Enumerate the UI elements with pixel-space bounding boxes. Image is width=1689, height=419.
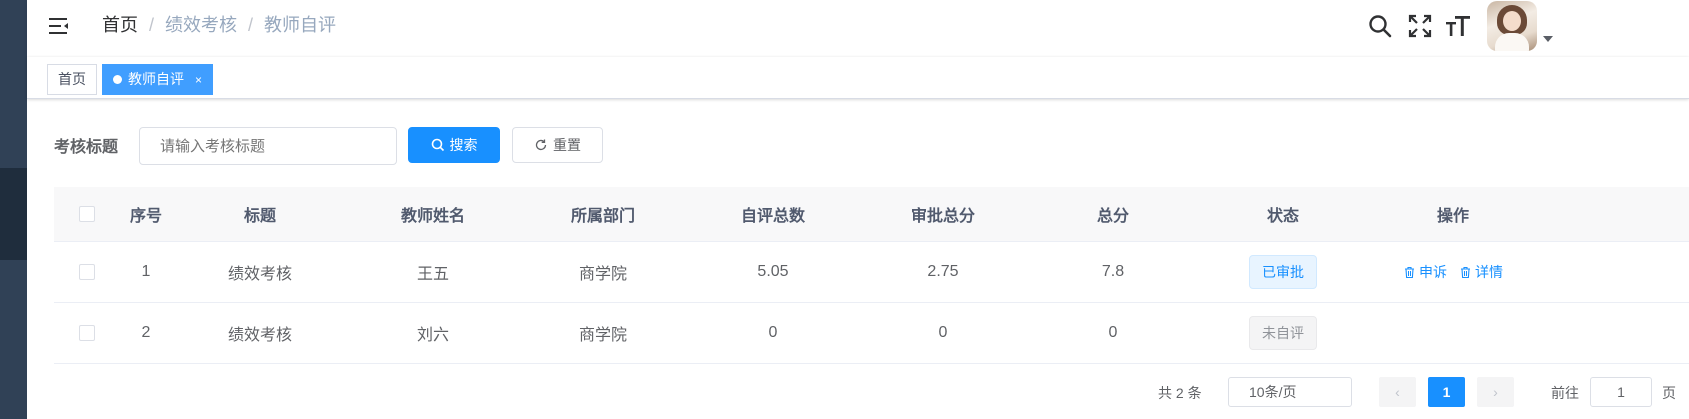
- cell-self-score: 5.05: [757, 263, 789, 280]
- cell-title: 绩效考核: [227, 327, 292, 344]
- reset-button[interactable]: 重置: [512, 127, 603, 163]
- cell-actions: 申诉 详情: [1368, 242, 1538, 302]
- cell-title: 绩效考核: [227, 266, 292, 283]
- cell-dept: 商学院: [578, 266, 627, 283]
- tags-view: 首页 教师自评 ×: [27, 57, 1689, 99]
- pagination: 共 2 条 10条/页 ‹ 1 › 前往 1 页: [27, 377, 1689, 417]
- status-badge: 已审批: [1249, 255, 1317, 289]
- font-size-icon[interactable]: [1445, 13, 1471, 39]
- select-all-cell: [54, 187, 120, 241]
- search-button-label: 搜索: [449, 137, 478, 153]
- header-title: 标题: [243, 208, 276, 225]
- appeal-label: 申诉: [1419, 264, 1447, 280]
- user-avatar[interactable]: [1487, 1, 1537, 51]
- navbar: 首页 / 绩效考核 / 教师自评: [27, 0, 1689, 57]
- table-row: 1 绩效考核 王五 商学院 5.05 2.75 7.8 已审批 申诉 详情: [54, 242, 1689, 303]
- delete-icon: [1461, 266, 1470, 278]
- prev-page-button[interactable]: ‹: [1379, 377, 1416, 407]
- delete-icon: [1405, 266, 1414, 278]
- header-dept: 所属部门: [570, 208, 635, 225]
- refresh-icon: [535, 139, 547, 151]
- detail-label: 详情: [1475, 264, 1503, 280]
- select-all-checkbox[interactable]: [79, 206, 95, 222]
- page-number-button[interactable]: 1: [1428, 377, 1465, 407]
- breadcrumb-separator: /: [248, 15, 254, 35]
- breadcrumb-separator: /: [149, 15, 155, 35]
- tag-home-label: 首页: [58, 71, 86, 87]
- header-index: 序号: [129, 208, 162, 225]
- search-icon[interactable]: [1367, 13, 1393, 39]
- page-unit-label: 页: [1662, 385, 1676, 401]
- cell-dept: 商学院: [578, 327, 627, 344]
- main-container: 首页 / 绩效考核 / 教师自评 首页 教师自评 × 考核标题 请输入考核标题 …: [27, 0, 1689, 419]
- cell-index: 1: [141, 263, 151, 280]
- search-button[interactable]: 搜索: [408, 127, 500, 163]
- table-row: 2 绩效考核 刘六 商学院 0 0 0 未自评: [54, 303, 1689, 364]
- row-checkbox[interactable]: [79, 264, 95, 280]
- cell-approve-score: 0: [938, 324, 948, 341]
- cell-teacher: 刘六: [416, 327, 449, 344]
- breadcrumb-home[interactable]: 首页: [102, 14, 138, 36]
- header-self-score: 自评总数: [740, 208, 805, 225]
- cell-index: 2: [141, 324, 151, 341]
- cell-self-score: 0: [768, 324, 778, 341]
- tag-active-label: 教师自评: [128, 71, 184, 87]
- header-teacher: 教师姓名: [400, 208, 465, 225]
- page-content: 考核标题 搜索 重置 序号 标题 教师姓名 所属部门 自评总数 审批总分 总分 …: [27, 100, 1689, 419]
- row-checkbox[interactable]: [79, 325, 95, 341]
- header-approve-score: 审批总分: [910, 208, 975, 225]
- search-input[interactable]: [139, 127, 397, 165]
- breadcrumb-performance[interactable]: 绩效考核: [165, 14, 237, 36]
- tag-home[interactable]: 首页: [47, 64, 97, 95]
- table-header: 序号 标题 教师姓名 所属部门 自评总数 审批总分 总分 状态 操作: [54, 187, 1689, 242]
- status-badge: 未自评: [1249, 316, 1317, 350]
- cell-total: 7.8: [1101, 263, 1125, 280]
- data-table: 序号 标题 教师姓名 所属部门 自评总数 审批总分 总分 状态 操作 1 绩效考…: [54, 187, 1689, 364]
- row-select-cell: [54, 242, 120, 302]
- cell-status: 已审批: [1198, 242, 1368, 302]
- fullscreen-icon[interactable]: [1407, 13, 1433, 39]
- goto-label: 前往: [1551, 385, 1579, 401]
- page-size-value: 10条/页: [1249, 384, 1297, 400]
- header-status: 状态: [1266, 208, 1299, 225]
- sidebar-active-item[interactable]: [0, 168, 27, 260]
- next-page-button[interactable]: ›: [1477, 377, 1514, 407]
- sidebar: [0, 0, 27, 419]
- breadcrumb: 首页 / 绩效考核 / 教师自评: [102, 14, 336, 36]
- cell-teacher: 王五: [416, 266, 449, 283]
- reset-button-label: 重置: [553, 137, 581, 153]
- cell-total: 0: [1108, 324, 1118, 341]
- close-icon[interactable]: ×: [195, 73, 202, 87]
- header-total: 总分: [1096, 208, 1129, 225]
- tag-teacher-self-eval[interactable]: 教师自评 ×: [102, 64, 214, 95]
- appeal-button[interactable]: 申诉: [1403, 262, 1447, 282]
- search-label: 考核标题: [54, 139, 119, 156]
- active-dot-icon: [113, 75, 122, 84]
- breadcrumb-current: 教师自评: [264, 15, 337, 35]
- cell-actions: [1368, 303, 1538, 363]
- jump-page-input[interactable]: 1: [1590, 377, 1652, 407]
- search-icon: [431, 138, 444, 152]
- header-actions: 操作: [1436, 208, 1469, 225]
- detail-button[interactable]: 详情: [1459, 262, 1503, 282]
- hamburger-icon[interactable]: [48, 15, 70, 37]
- cell-approve-score: 2.75: [927, 263, 959, 280]
- cell-status: 未自评: [1198, 303, 1368, 363]
- chevron-down-icon[interactable]: [1543, 36, 1553, 42]
- page-size-select[interactable]: 10条/页: [1228, 377, 1352, 407]
- pagination-total: 共 2 条: [1158, 385, 1202, 401]
- row-select-cell: [54, 303, 120, 363]
